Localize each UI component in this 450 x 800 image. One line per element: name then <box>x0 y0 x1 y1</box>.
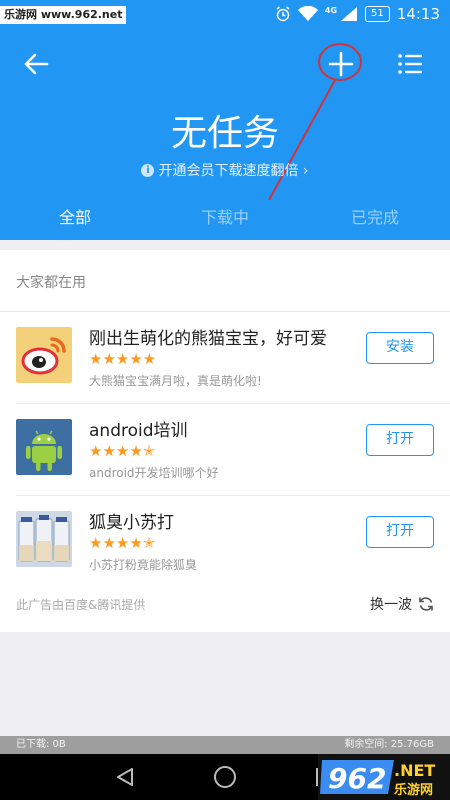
svg-text:乐游网: 乐游网 <box>394 782 433 798</box>
app-row[interactable]: android培训 ★★★★✭ android开发培训哪个好 打开 <box>0 404 450 496</box>
app-description: 小苏打粉竟能除狐臭 <box>89 558 198 572</box>
refresh-icon <box>419 597 433 611</box>
tab-bar: 全部 下载中 已完成 <box>0 196 450 240</box>
nav-home-button[interactable] <box>210 762 240 792</box>
bottles-icon <box>16 511 72 567</box>
refresh-label: 换一波 <box>370 597 412 613</box>
header: 乐游网 www.962.net 4G 51 14:13 无任务 i 开通会员下载… <box>0 0 450 240</box>
tab-downloading[interactable]: 下载中 <box>150 196 300 240</box>
back-button[interactable] <box>16 44 56 84</box>
weibo-icon <box>16 327 72 383</box>
triangle-back-icon <box>117 768 133 786</box>
tab-all[interactable]: 全部 <box>0 196 150 240</box>
status-bar: 乐游网 www.962.net 4G 51 14:13 <box>0 0 450 32</box>
svg-text:962: 962 <box>328 762 386 795</box>
rating-stars: ★★★★✭ <box>89 442 156 460</box>
list-menu-icon <box>398 54 422 74</box>
vip-promo-text: 开通会员下载速度翻倍 › <box>158 163 309 179</box>
section-title: 大家都在用 <box>16 275 86 291</box>
free-space: 剩余空间: 25.76GB <box>344 739 434 750</box>
network-type: 4G <box>324 5 338 15</box>
app-name: 刚出生萌化的熊猫宝宝，好可爱 <box>89 329 327 349</box>
back-arrow-icon <box>24 53 49 75</box>
info-icon: i <box>141 163 155 177</box>
nav-back-button[interactable] <box>110 762 140 792</box>
tab-completed[interactable]: 已完成 <box>300 196 450 240</box>
storage-bar: 已下载: 0B 剩余空间: 25.76GB <box>0 736 450 754</box>
app-description: android开发培训哪个好 <box>89 466 219 480</box>
menu-button[interactable] <box>390 44 430 84</box>
app-row[interactable]: 狐臭小苏打 ★★★★✭ 小苏打粉竟能除狐臭 打开 <box>0 496 450 588</box>
signal-icon <box>340 6 358 22</box>
rating-stars: ★★★★★ <box>89 350 157 368</box>
battery-level: 51 <box>365 6 390 22</box>
app-name: android培训 <box>89 421 188 441</box>
annotation-circle <box>318 43 362 81</box>
watermark: 乐游网 www.962.net <box>0 6 127 24</box>
page-title: 无任务 <box>170 113 279 154</box>
ad-source-note: 此广告由百度&腾讯提供 <box>16 598 146 612</box>
open-button[interactable]: 打开 <box>366 424 434 456</box>
android-icon <box>16 419 72 475</box>
refresh-button[interactable]: 换一波 <box>370 594 434 614</box>
open-button[interactable]: 打开 <box>366 516 434 548</box>
wifi-icon <box>297 6 318 22</box>
alarm-icon <box>275 6 291 22</box>
downloaded-size: 已下载: 0B <box>16 739 66 750</box>
rating-stars: ★★★★✭ <box>89 534 156 552</box>
962-watermark-logo: 962 .NET 乐游网 <box>318 754 450 800</box>
circle-home-icon <box>214 766 236 788</box>
svg-text:.NET: .NET <box>394 761 435 780</box>
app-row[interactable]: 刚出生萌化的熊猫宝宝，好可爱 ★★★★★ 大熊猫宝宝满月啦，真是萌化啦! 安装 <box>0 312 450 404</box>
app-name: 狐臭小苏打 <box>89 513 174 533</box>
vip-promo-link[interactable]: i 开通会员下载速度翻倍 › <box>0 160 450 180</box>
app-description: 大熊猫宝宝满月啦，真是萌化啦! <box>89 374 262 388</box>
status-icons: 4G 51 14:13 <box>275 5 440 23</box>
clock: 14:13 <box>396 5 440 23</box>
recommend-card: 大家都在用 刚出生萌化的熊猫宝宝，好可爱 ★★★★★ 大熊猫宝宝满月啦，真是萌化… <box>0 250 450 632</box>
install-button[interactable]: 安装 <box>366 332 434 364</box>
